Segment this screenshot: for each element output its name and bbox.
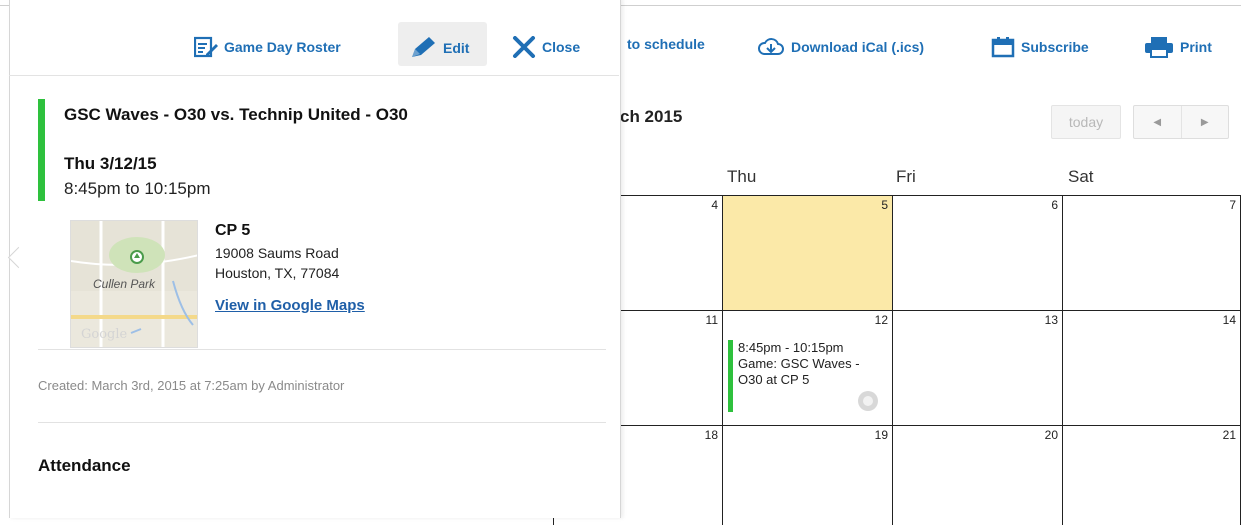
download-ical-link[interactable]: Download iCal (.ics) [757,36,924,58]
event-color-bar [38,99,45,201]
day-number: 14 [1222,313,1236,327]
prev-month-button[interactable]: ◀ [1134,106,1181,138]
calendar-day-cell[interactable]: 6 [892,195,1062,310]
event-detail-date: Thu 3/12/15 [64,154,157,173]
close-icon [513,36,535,58]
event-detail-title: GSC Waves - O30 vs. Technip United - O30 [64,105,408,124]
day-number: 18 [704,428,718,442]
day-number: 21 [1222,428,1236,442]
calendar-day-cell[interactable]: 21 [1062,425,1241,525]
event-title: Game: GSC Waves - O30 at CP 5 [738,356,860,387]
print-link[interactable]: Print [1144,36,1212,58]
edit-list-icon [194,36,218,58]
calendar-day-cell[interactable]: 7 [1062,195,1241,310]
subscribe-label: Subscribe [1021,39,1089,55]
calendar-day-cell[interactable]: 13 [892,310,1062,425]
location-address-line2: Houston, TX, 77084 [215,265,340,281]
dow-fri: Fri [896,167,916,186]
day-number: 12 [874,313,888,327]
cloud-download-icon [758,38,784,55]
close-label: Close [542,39,581,55]
day-number: 11 [705,313,718,327]
attendance-heading: Attendance [38,456,131,475]
back-to-schedule-link[interactable]: to schedule [627,36,705,52]
edit-button[interactable]: Edit [409,36,469,60]
day-number: 5 [881,198,888,212]
calendar-day-cell[interactable]: 14 [1062,310,1241,425]
today-button[interactable]: today [1051,105,1121,139]
game-day-roster-label: Game Day Roster [224,39,341,55]
back-to-schedule-label: to schedule [627,36,705,52]
month-nav: ◀ ▶ [1133,105,1229,139]
dow-thu: Thu [727,167,757,186]
calendar-day-cell[interactable]: 5 [722,195,892,310]
divider [38,422,606,423]
dow-sat: Sat [1068,167,1094,186]
printer-icon [1145,37,1173,58]
popover-arrow [7,246,30,269]
calendar-icon [991,37,1015,58]
map-label: Cullen Park [93,277,156,291]
game-day-roster-button[interactable]: Game Day Roster [194,36,341,58]
day-number: 13 [1044,313,1058,327]
day-number: 6 [1051,198,1058,212]
download-ical-label: Download iCal (.ics) [791,39,925,55]
subscribe-link[interactable]: Subscribe [991,36,1089,58]
next-month-button[interactable]: ▶ [1180,106,1229,138]
month-title: ch 2015 [620,107,683,126]
event-time: 8:45pm - 10:15pm [738,340,844,355]
print-label: Print [1180,39,1212,55]
day-number: 7 [1229,198,1236,212]
day-number: 20 [1044,428,1058,442]
calendar-day-cell[interactable]: 19 [722,425,892,525]
popover-toolbar-divider [9,75,619,76]
event-detail-time: 8:45pm to 10:15pm [64,179,211,198]
location-map-thumbnail[interactable]: Cullen Park Google [70,220,198,348]
view-in-google-maps-link[interactable]: View in Google Maps [215,297,365,314]
location-name: CP 5 [215,222,251,239]
day-number: 4 [711,198,718,212]
pencil-icon [412,37,435,57]
day-number: 19 [874,428,888,442]
close-button[interactable]: Close [512,36,580,58]
calendar-day-cell[interactable]: 20 [892,425,1062,525]
location-address-line1: 19008 Saums Road [215,245,339,261]
sync-icon [858,391,878,411]
edit-label: Edit [443,40,470,56]
divider [38,349,606,350]
map-brand: Google [81,327,128,342]
created-info: Created: March 3rd, 2015 at 7:25am by Ad… [38,378,345,393]
